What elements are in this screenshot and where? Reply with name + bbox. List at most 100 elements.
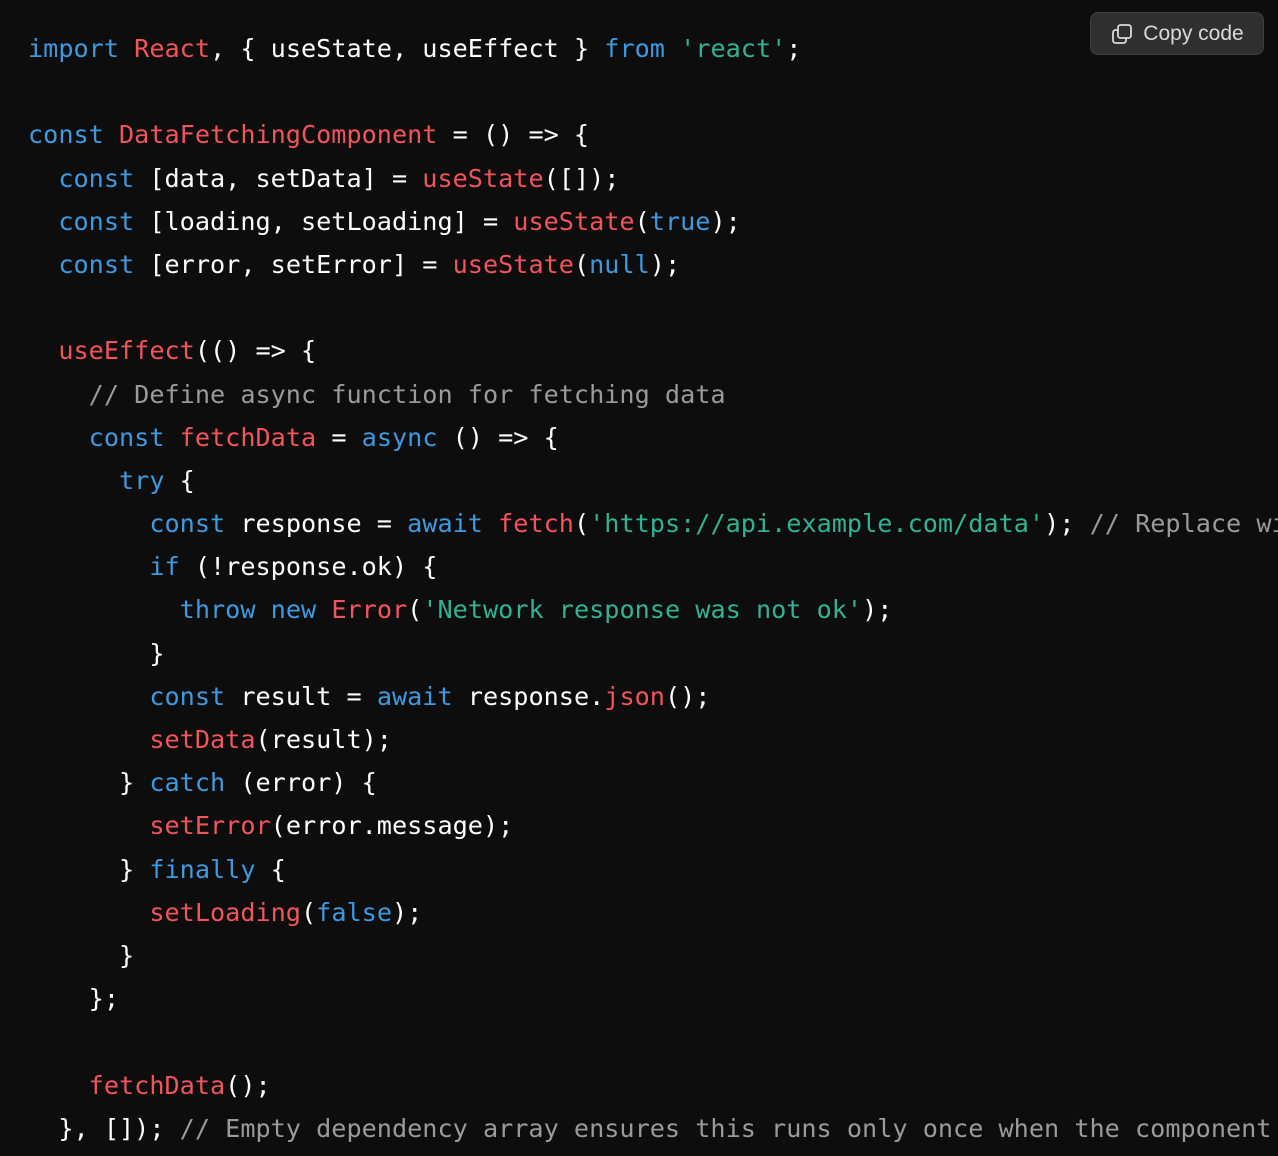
code-content: import React, { useState, useEffect } fr… — [28, 27, 1278, 1150]
string-token: 'https://api.example.com/data' — [589, 509, 1045, 539]
identifier-token: setData — [149, 725, 256, 754]
code-line: setLoading(false); — [28, 891, 1278, 934]
code-line: const [loading, setLoading] = useState(t… — [28, 200, 1278, 243]
keyword-token: try — [119, 465, 165, 495]
text-token: ; — [786, 34, 802, 63]
text-token: ( — [573, 509, 590, 539]
text-token: result = — [225, 681, 377, 711]
text-token: = () => { — [437, 120, 590, 150]
text-token: ( — [634, 206, 650, 236]
text-token: (!response.ok) { — [179, 552, 438, 582]
code-line: const DataFetchingComponent = () => { — [28, 113, 1278, 156]
code-line: } finally { — [28, 848, 1278, 891]
keyword-token: true — [649, 206, 711, 236]
code-line: }; — [28, 977, 1278, 1020]
identifier-token: Error — [331, 595, 408, 625]
text-token: response = — [225, 509, 408, 539]
text-token: response. — [452, 681, 605, 711]
code-line: setData(result); — [28, 718, 1278, 761]
keyword-token: const — [58, 249, 135, 279]
code-line: const response = await fetch('https://ap… — [28, 502, 1278, 545]
text-token: [loading, setLoading] = — [134, 206, 514, 236]
code-line: throw new Error('Network response was no… — [28, 588, 1278, 631]
text-token: ( — [300, 897, 317, 927]
identifier-token: React — [134, 34, 210, 63]
code-line: ​ — [28, 286, 1278, 329]
text-token: ); — [391, 897, 423, 927]
comment-token: // Replace wi — [1089, 509, 1278, 539]
text-token: (() => { — [194, 336, 317, 366]
code-line: useEffect(() => { — [28, 329, 1278, 372]
code-line: if (!response.ok) { — [28, 545, 1278, 588]
identifier-token: useState — [513, 206, 635, 236]
identifier-token: fetchData — [179, 422, 317, 452]
code-line: } catch (error) { — [28, 761, 1278, 804]
text-token: } — [28, 854, 150, 884]
text-token: (); — [225, 1070, 271, 1100]
code-line: fetchData(); — [28, 1064, 1278, 1107]
keyword-token: new — [270, 595, 317, 625]
keyword-token: const — [88, 422, 165, 452]
code-line: ​ — [28, 70, 1278, 113]
string-token: 'react' — [680, 34, 787, 63]
text-token: ( — [573, 249, 590, 279]
text-token: (error) { — [225, 768, 377, 798]
text-token: } — [28, 940, 135, 970]
text-token: } — [28, 638, 165, 668]
code-line: const [error, setError] = useState(null)… — [28, 243, 1278, 286]
keyword-token: const — [28, 120, 104, 150]
keyword-token: false — [316, 897, 392, 927]
text-token: }; — [28, 984, 119, 1014]
keyword-token: from — [604, 34, 665, 63]
text-token: ); — [649, 249, 681, 279]
keyword-token: throw — [179, 595, 256, 625]
code-line: setError(error.message); — [28, 804, 1278, 847]
keyword-token: import — [28, 34, 119, 63]
code-line: }, []); // Empty dependency array ensure… — [28, 1107, 1278, 1150]
identifier-token: useState — [422, 163, 544, 193]
identifier-token: json — [604, 681, 665, 711]
comment-token: // Define async function for fetching da… — [88, 379, 726, 409]
text-token: { — [164, 465, 195, 495]
text-token: [error, setError] = — [134, 249, 453, 279]
keyword-token: async — [361, 422, 438, 452]
identifier-token: setError — [149, 811, 271, 841]
text-token: ( — [407, 595, 423, 625]
code-line: } — [28, 934, 1278, 977]
keyword-token: const — [58, 163, 135, 193]
identifier-token: useState — [452, 249, 574, 279]
identifier-token: useEffect — [58, 336, 195, 366]
code-line: try { — [28, 459, 1278, 502]
identifier-token: fetch — [498, 509, 574, 539]
identifier-token: DataFetchingComponent — [119, 120, 438, 150]
code-line: const fetchData = async () => { — [28, 416, 1278, 459]
text-token: ); — [1044, 509, 1090, 539]
keyword-token: null — [589, 249, 650, 279]
code-line: } — [28, 632, 1278, 675]
keyword-token: catch — [149, 768, 226, 798]
keyword-token: const — [58, 206, 135, 236]
text-token: }, []); — [28, 1113, 180, 1143]
comment-token: // Empty dependency array ensures this r… — [179, 1113, 1272, 1143]
keyword-token: if — [149, 552, 180, 582]
keyword-token: await — [407, 509, 483, 539]
